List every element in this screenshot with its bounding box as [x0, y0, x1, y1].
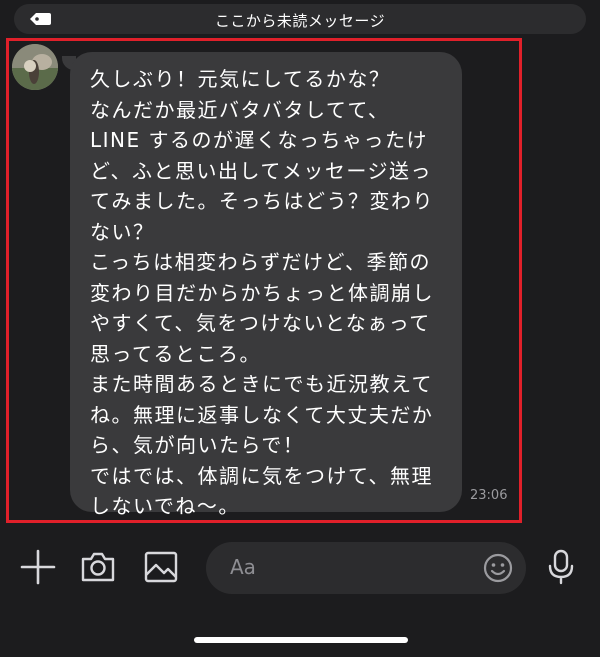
- highlight-frame: [6, 38, 522, 523]
- emoji-icon[interactable]: [482, 552, 514, 584]
- plus-icon[interactable]: [18, 547, 58, 587]
- message-input[interactable]: Aa: [206, 542, 526, 594]
- unread-divider-label: ここから未読メッセージ: [214, 12, 386, 30]
- message-input-placeholder: Aa: [230, 555, 256, 579]
- camera-icon[interactable]: [78, 547, 118, 587]
- image-icon[interactable]: [141, 547, 181, 587]
- microphone-icon[interactable]: [541, 547, 581, 587]
- home-indicator: [194, 637, 408, 643]
- unread-divider: ここから未読メッセージ: [14, 4, 586, 34]
- chat-screen: ここから未読メッセージ 久しぶり！元気にしてるかな？ なんだか最近バタバタしてて…: [0, 0, 600, 657]
